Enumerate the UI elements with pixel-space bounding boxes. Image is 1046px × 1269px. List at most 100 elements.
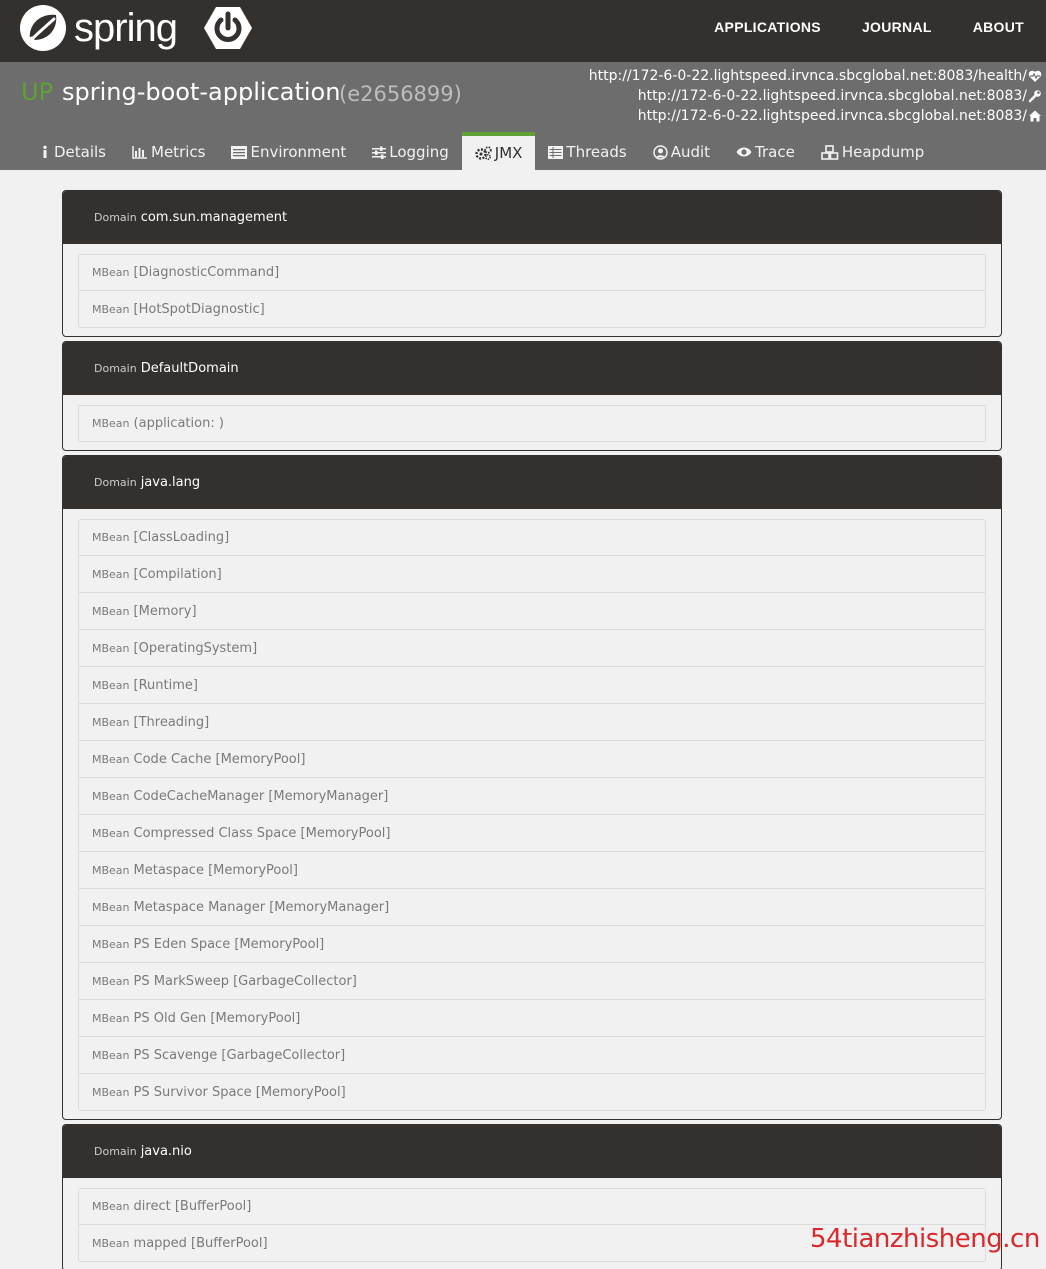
mbean-keyword: MBean <box>92 974 130 988</box>
domain-name: java.lang <box>140 475 201 490</box>
health-url-text[interactable]: http://172-6-0-22.lightspeed.irvnca.sbcg… <box>589 66 1027 86</box>
mbean-item[interactable]: MBean [HotSpotDiagnostic] <box>78 291 986 328</box>
mbean-name: [Memory] <box>133 603 197 619</box>
mbean-name: [Runtime] <box>133 677 198 693</box>
mbean-keyword: MBean <box>92 567 130 581</box>
app-name: spring-boot-application <box>62 78 341 106</box>
mbean-item[interactable]: MBean direct [BufferPool] <box>78 1188 986 1225</box>
domain-keyword: Domain <box>94 476 137 489</box>
mbean-keyword: MBean <box>92 1236 130 1250</box>
mbean-keyword: MBean <box>92 900 130 914</box>
app-urls: http://172-6-0-22.lightspeed.irvnca.sbcg… <box>589 66 1042 126</box>
mbean-item[interactable]: MBean [Threading] <box>78 704 986 741</box>
mbean-name: (application: ) <box>133 416 224 431</box>
tab-jmx[interactable]: JMX <box>461 132 536 170</box>
mbean-keyword: MBean <box>92 302 130 316</box>
domain-header[interactable]: Domain java.lang <box>63 456 1001 509</box>
mbean-item[interactable]: MBean CodeCacheManager [MemoryManager] <box>78 778 986 815</box>
mbean-item[interactable]: MBean [DiagnosticCommand] <box>78 254 986 291</box>
mbean-item[interactable]: MBean (application: ) <box>78 405 986 442</box>
service-url[interactable]: http://172-6-0-22.lightspeed.irvnca.sbcg… <box>589 106 1042 126</box>
mbean-item[interactable]: MBean PS Survivor Space [MemoryPool] <box>78 1074 986 1111</box>
mbean-keyword: MBean <box>92 715 130 729</box>
mbean-item[interactable]: MBean PS Old Gen [MemoryPool] <box>78 1000 986 1037</box>
domain-header[interactable]: Domain com.sun.management <box>63 191 1001 244</box>
mbean-list: MBean [ClassLoading] MBean [Compilation] M… <box>63 509 1001 1119</box>
mbean-keyword: MBean <box>92 266 130 279</box>
nav-applications[interactable]: APPLICATIONS <box>714 19 821 35</box>
nav-about[interactable]: ABOUT <box>973 19 1024 35</box>
domain-header[interactable]: Domain DefaultDomain <box>63 342 1001 395</box>
domain-name: com.sun.management <box>140 210 288 225</box>
management-url-text[interactable]: http://172-6-0-22.lightspeed.irvnca.sbcg… <box>638 86 1027 106</box>
nav-journal[interactable]: JOURNAL <box>862 19 932 35</box>
tab-details[interactable]: Details <box>26 134 119 170</box>
mbean-name: [HotSpotDiagnostic] <box>133 301 265 317</box>
tab-heapdump-label: Heapdump <box>841 143 925 161</box>
mbean-keyword: MBean <box>92 789 130 803</box>
user-circle-icon <box>652 144 668 160</box>
table-icon <box>548 145 564 159</box>
tab-threads-label: Threads <box>566 143 627 161</box>
mbean-item[interactable]: MBean [Runtime] <box>78 667 986 704</box>
mbean-keyword: MBean <box>92 531 130 544</box>
mbean-keyword: MBean <box>92 1011 130 1025</box>
domain-header[interactable]: Domain java.nio <box>63 1125 1001 1178</box>
cogs-icon <box>475 146 492 160</box>
app-tabs: Details Metrics Environment Logging JMX … <box>26 132 937 170</box>
heartbeat-icon <box>1028 70 1042 82</box>
domain-panel: Domain com.sun.management MBean [Diagnost… <box>62 190 1002 337</box>
mbean-name: Code Cache [MemoryPool] <box>133 751 306 767</box>
management-url[interactable]: http://172-6-0-22.lightspeed.irvnca.sbcg… <box>589 86 1042 106</box>
mbean-keyword: MBean <box>92 1048 130 1062</box>
tab-trace[interactable]: Trace <box>723 134 808 170</box>
eye-icon <box>736 147 752 157</box>
tab-logging[interactable]: Logging <box>359 134 462 170</box>
tab-environment-label: Environment <box>250 143 347 161</box>
mbean-item[interactable]: MBean PS Eden Space [MemoryPool] <box>78 926 986 963</box>
mbean-keyword: MBean <box>92 826 130 840</box>
mbean-item[interactable]: MBean [Memory] <box>78 593 986 630</box>
tab-audit[interactable]: Audit <box>640 134 723 170</box>
service-url-text[interactable]: http://172-6-0-22.lightspeed.irvnca.sbcg… <box>638 106 1027 126</box>
mbean-name: PS Scavenge [GarbageCollector] <box>133 1047 346 1063</box>
mbean-name: PS Old Gen [MemoryPool] <box>133 1010 301 1026</box>
mbean-item[interactable]: MBean [Compilation] <box>78 556 986 593</box>
mbean-name: Metaspace Manager [MemoryManager] <box>133 899 390 915</box>
mbean-item[interactable]: MBean Compressed Class Space [MemoryPool] <box>78 815 986 852</box>
tab-metrics-label: Metrics <box>151 143 206 161</box>
jmx-domain-list: Domain com.sun.management MBean [Diagnost… <box>62 190 1002 1269</box>
mbean-item[interactable]: MBean [OperatingSystem] <box>78 630 986 667</box>
spring-leaf-icon <box>20 5 66 51</box>
mbean-item[interactable]: MBean Metaspace Manager [MemoryManager] <box>78 889 986 926</box>
domain-panel: Domain DefaultDomain MBean (application: … <box>62 341 1002 451</box>
tab-metrics[interactable]: Metrics <box>119 134 218 170</box>
domain-keyword: Domain <box>94 1145 137 1158</box>
tab-environment[interactable]: Environment <box>218 134 359 170</box>
mbean-item[interactable]: MBean PS MarkSweep [GarbageCollector] <box>78 963 986 1000</box>
tab-logging-label: Logging <box>389 143 449 161</box>
spring-logo[interactable]: spring <box>18 3 178 53</box>
mbean-name: direct [BufferPool] <box>133 1199 252 1214</box>
domain-name: DefaultDomain <box>140 361 239 376</box>
mbean-item[interactable]: MBean Metaspace [MemoryPool] <box>78 852 986 889</box>
mbean-name: PS Eden Space [MemoryPool] <box>133 936 325 952</box>
mbean-keyword: MBean <box>92 752 130 766</box>
health-url[interactable]: http://172-6-0-22.lightspeed.irvnca.sbcg… <box>589 66 1042 86</box>
mbean-name: [DiagnosticCommand] <box>133 265 280 280</box>
status-badge: UP <box>21 78 54 106</box>
mbean-name: CodeCacheManager [MemoryManager] <box>133 788 389 804</box>
tab-threads[interactable]: Threads <box>535 134 639 170</box>
mbean-item[interactable]: MBean Code Cache [MemoryPool] <box>78 741 986 778</box>
tab-details-label: Details <box>54 143 107 161</box>
top-navbar: spring APPLICATIONS JOURNAL ABOUT <box>0 0 1046 62</box>
mbean-keyword: MBean <box>92 417 130 430</box>
domain-keyword: Domain <box>94 362 137 375</box>
mbean-keyword: MBean <box>92 678 130 692</box>
cubes-icon <box>821 144 839 160</box>
mbean-name: PS MarkSweep [GarbageCollector] <box>133 973 357 989</box>
power-icon[interactable] <box>203 3 253 53</box>
mbean-item[interactable]: MBean [ClassLoading] <box>78 519 986 556</box>
mbean-item[interactable]: MBean PS Scavenge [GarbageCollector] <box>78 1037 986 1074</box>
tab-heapdump[interactable]: Heapdump <box>808 134 937 170</box>
